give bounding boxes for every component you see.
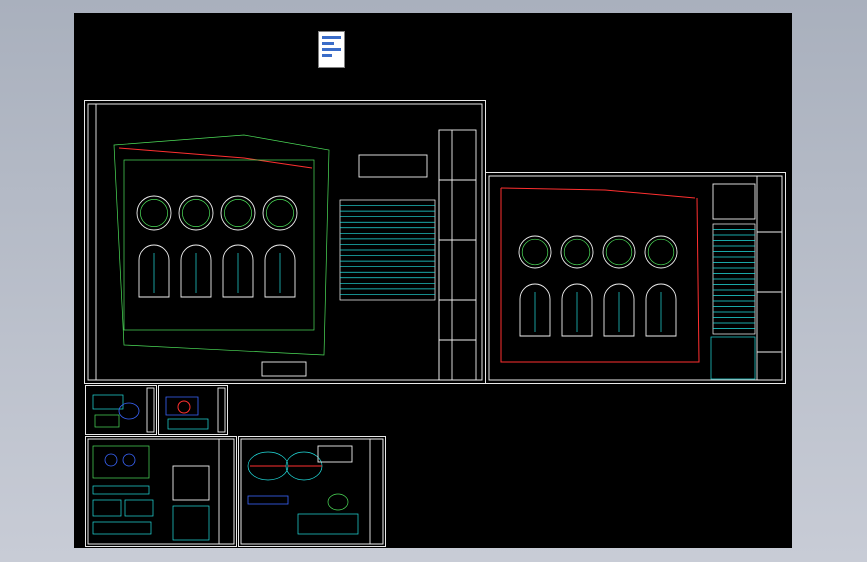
clarifier-tank [644,235,678,269]
site-plan-secondary-sheet[interactable] [485,172,786,384]
detail-sheet-3[interactable] [85,436,237,547]
clarifier-tank [262,195,298,231]
detail-sheet-4[interactable] [238,436,386,547]
clarifier-tank [560,235,594,269]
detail-sheet-small-1[interactable] [85,385,157,435]
cad-drawing-viewport[interactable] [74,13,792,548]
page-thumbnail-icon[interactable] [318,31,345,68]
clarifier-tank [518,235,552,269]
site-plan-main-sheet[interactable] [84,100,486,384]
clarifier-tank [602,235,636,269]
detail-sheet-small-2[interactable] [158,385,228,435]
clarifier-tank [220,195,256,231]
clarifier-tank [136,195,172,231]
clarifier-tank [178,195,214,231]
